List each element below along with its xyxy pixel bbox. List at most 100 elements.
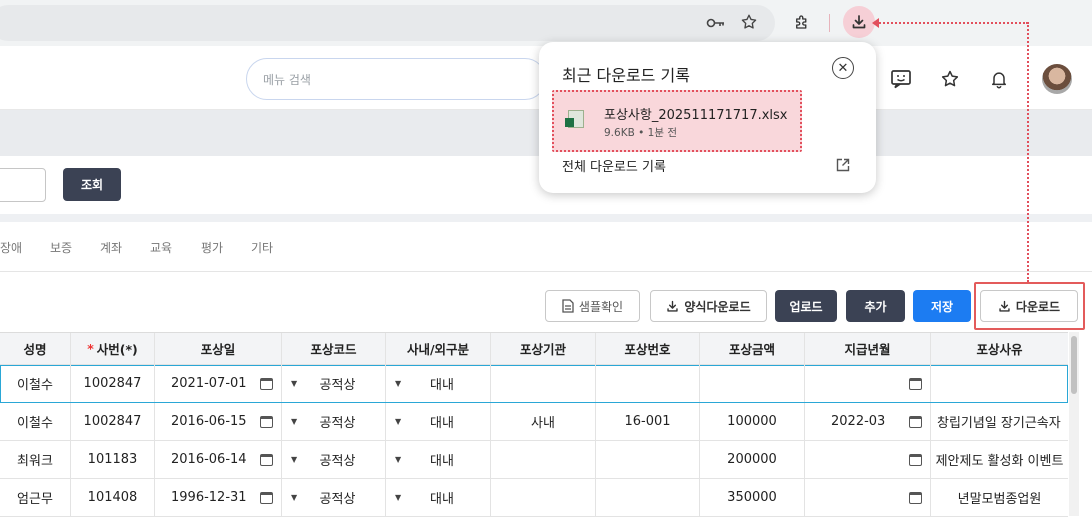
calendar-icon[interactable] bbox=[260, 416, 273, 428]
table-cell[interactable]: 2016-06-15 bbox=[155, 403, 282, 440]
calendar-icon[interactable] bbox=[909, 416, 922, 428]
table-cell[interactable]: 2021-07-01 bbox=[155, 365, 282, 402]
table-cell[interactable]: 16-001 bbox=[596, 403, 700, 440]
chevron-down-icon[interactable]: ▼ bbox=[395, 417, 401, 426]
table-cell[interactable]: 101408 bbox=[71, 479, 155, 516]
column-header[interactable]: 포상기관 bbox=[491, 333, 596, 364]
table-cell[interactable]: 대내 ▼ bbox=[386, 403, 491, 440]
extensions-icon[interactable] bbox=[789, 9, 815, 35]
column-header[interactable]: 포상일 bbox=[155, 333, 282, 364]
menu-search-input[interactable]: 메뉴 검색 bbox=[246, 58, 546, 100]
column-header[interactable]: 포상사유 bbox=[931, 333, 1068, 364]
notification-bell-icon[interactable] bbox=[986, 66, 1012, 92]
table-row[interactable]: 최워크 101183 2016-06-14 공적상 ▼ 대내 ▼ 200000 제안제도 활성화… bbox=[0, 441, 1068, 479]
table-cell[interactable]: 엄근무 bbox=[0, 479, 71, 516]
column-header[interactable]: 성명 bbox=[0, 333, 71, 364]
table-cell[interactable] bbox=[931, 365, 1068, 402]
download-button-highlight bbox=[974, 282, 1085, 330]
table-cell[interactable]: 350000 bbox=[700, 479, 805, 516]
table-cell[interactable]: 2016-06-14 bbox=[155, 441, 282, 478]
save-button[interactable]: 저장 bbox=[913, 290, 971, 322]
chevron-down-icon[interactable]: ▼ bbox=[291, 379, 297, 388]
table-cell[interactable]: 이철수 bbox=[0, 365, 71, 402]
table-cell[interactable] bbox=[805, 365, 931, 402]
chevron-down-icon[interactable]: ▼ bbox=[395, 455, 401, 464]
table-cell[interactable] bbox=[596, 365, 700, 402]
table-cell[interactable]: 공적상 ▼ bbox=[282, 403, 386, 440]
tab-other[interactable]: 기타 bbox=[251, 239, 273, 256]
table-cell[interactable]: 1002847 bbox=[71, 365, 155, 402]
chevron-down-icon[interactable]: ▼ bbox=[291, 493, 297, 502]
upload-button[interactable]: 업로드 bbox=[775, 290, 837, 322]
tab-disability[interactable]: 장애 bbox=[0, 239, 22, 256]
table-cell[interactable]: 101183 bbox=[71, 441, 155, 478]
filter-input[interactable] bbox=[0, 168, 46, 202]
add-button[interactable]: 추가 bbox=[846, 290, 905, 322]
table-cell[interactable] bbox=[700, 365, 805, 402]
key-icon[interactable] bbox=[703, 10, 729, 36]
table-cell[interactable]: 1002847 bbox=[71, 403, 155, 440]
tab-account[interactable]: 계좌 bbox=[100, 239, 122, 256]
sample-check-button[interactable]: 샘플확인 bbox=[545, 290, 640, 322]
column-header[interactable]: 사내/외구분 bbox=[386, 333, 491, 364]
column-header[interactable]: 포상번호 bbox=[596, 333, 700, 364]
calendar-icon[interactable] bbox=[260, 454, 273, 466]
tab-guarantee[interactable]: 보증 bbox=[50, 239, 72, 256]
table-cell[interactable] bbox=[596, 441, 700, 478]
table-cell[interactable]: 최워크 bbox=[0, 441, 71, 478]
template-download-button[interactable]: 양식다운로드 bbox=[650, 290, 767, 322]
browser-download-button[interactable] bbox=[843, 6, 875, 38]
tab-evaluation[interactable]: 평가 bbox=[201, 239, 223, 256]
chevron-down-icon[interactable]: ▼ bbox=[395, 493, 401, 502]
table-cell[interactable]: 대내 ▼ bbox=[386, 479, 491, 516]
table-row[interactable]: 이철수 1002847 2016-06-15 공적상 ▼ 대내 ▼ 사내 16-001 10000… bbox=[0, 403, 1068, 441]
calendar-icon[interactable] bbox=[909, 378, 922, 390]
table-cell[interactable]: 100000 bbox=[700, 403, 805, 440]
table-cell[interactable]: 대내 ▼ bbox=[386, 365, 491, 402]
table-cell[interactable]: 제안제도 활성화 이벤트 bbox=[931, 441, 1068, 478]
table-cell[interactable]: 사내 bbox=[491, 403, 596, 440]
address-bar[interactable] bbox=[0, 5, 775, 41]
calendar-icon[interactable] bbox=[909, 454, 922, 466]
table-cell[interactable]: 이철수 bbox=[0, 403, 71, 440]
close-icon[interactable]: ✕ bbox=[832, 57, 854, 79]
table-cell[interactable]: 1996-12-31 bbox=[155, 479, 282, 516]
favorites-star-icon[interactable] bbox=[937, 66, 963, 92]
bookmark-star-icon[interactable] bbox=[736, 9, 762, 35]
search-button[interactable]: 조회 bbox=[63, 168, 121, 201]
table-cell[interactable] bbox=[491, 365, 596, 402]
column-header[interactable]: 포상코드 bbox=[282, 333, 386, 364]
table-cell[interactable] bbox=[805, 479, 931, 516]
chevron-down-icon[interactable]: ▼ bbox=[291, 417, 297, 426]
chevron-down-icon[interactable]: ▼ bbox=[395, 379, 401, 388]
table-cell[interactable]: 200000 bbox=[700, 441, 805, 478]
sample-check-label: 샘플확인 bbox=[578, 299, 624, 314]
table-cell[interactable]: 년말모범종업원 bbox=[931, 479, 1068, 516]
column-header[interactable]: * 사번(*) bbox=[71, 333, 155, 364]
chat-icon[interactable] bbox=[888, 66, 914, 92]
table-cell[interactable]: 공적상 ▼ bbox=[282, 365, 386, 402]
table-cell[interactable] bbox=[491, 479, 596, 516]
table-cell[interactable]: 창립기념일 장기근속자 bbox=[931, 403, 1068, 440]
calendar-icon[interactable] bbox=[260, 378, 273, 390]
table-row[interactable]: 이철수 1002847 2021-07-01 공적상 ▼ 대내 ▼ bbox=[0, 365, 1068, 403]
table-row[interactable]: 엄근무 101408 1996-12-31 공적상 ▼ 대내 ▼ 350000 년말모범종업원 bbox=[0, 479, 1068, 517]
download-item[interactable]: 포상사항_202511171717.xlsx 9.6KB • 1분 전 bbox=[552, 90, 802, 152]
tab-education[interactable]: 교육 bbox=[150, 239, 172, 256]
user-avatar[interactable] bbox=[1042, 64, 1072, 94]
chevron-down-icon[interactable]: ▼ bbox=[291, 455, 297, 464]
table-cell[interactable]: 공적상 ▼ bbox=[282, 479, 386, 516]
table-cell[interactable]: 공적상 ▼ bbox=[282, 441, 386, 478]
table-cell[interactable] bbox=[491, 441, 596, 478]
table-cell[interactable] bbox=[805, 441, 931, 478]
table-cell[interactable]: 2022-03 bbox=[805, 403, 931, 440]
scrollbar-thumb[interactable] bbox=[1071, 336, 1077, 394]
all-downloads-link[interactable]: 전체 다운로드 기록 bbox=[562, 156, 666, 175]
column-header[interactable]: 포상금액 bbox=[700, 333, 805, 364]
table-cell[interactable]: 대내 ▼ bbox=[386, 441, 491, 478]
table-cell[interactable] bbox=[596, 479, 700, 516]
open-external-icon[interactable] bbox=[836, 158, 850, 172]
column-header[interactable]: 지급년월 bbox=[805, 333, 931, 364]
calendar-icon[interactable] bbox=[260, 492, 273, 504]
calendar-icon[interactable] bbox=[909, 492, 922, 504]
